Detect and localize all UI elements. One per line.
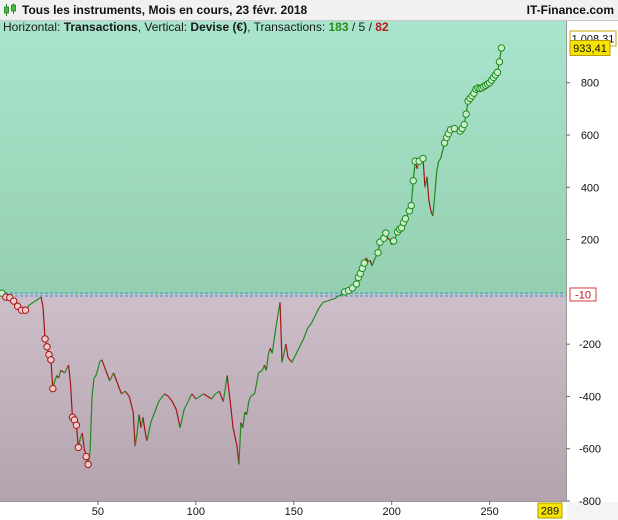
positive-zone	[0, 20, 566, 295]
trade-marker	[382, 229, 390, 237]
y-tick-label: 200	[581, 235, 599, 247]
equity-chart-window: -800 -600 -400 -200 200 400 600 800 50 100 150 200…	[0, 0, 618, 520]
trade-marker	[72, 421, 81, 429]
trade-marker	[74, 443, 83, 452]
trade-marker	[374, 248, 382, 257]
x-tick-label: 150	[285, 506, 303, 518]
vertical-caption: , Vertical:	[137, 20, 191, 34]
y-tick-label: -200	[579, 339, 601, 351]
separator: /	[348, 20, 359, 34]
x-tick-label: 250	[480, 506, 498, 518]
trade-marker	[41, 335, 49, 343]
chart-info-line: Horizontal: Transactions, Vertical: Devi…	[3, 20, 389, 34]
x-tick-label: 100	[187, 506, 205, 518]
trade-marker	[49, 384, 57, 393]
horizontal-value: Transactions	[63, 20, 138, 34]
y-tick-label: 800	[581, 78, 599, 90]
transactions-total: 183	[328, 20, 349, 34]
x-end-label: 289	[541, 506, 559, 518]
trade-marker	[84, 460, 92, 469]
brand-link[interactable]: IT-Finance.com	[527, 3, 614, 17]
trade-marker	[409, 177, 417, 185]
window-title: Tous les instruments, Mois en cours, 23 …	[22, 3, 308, 17]
x-axis: 50 100 150 200 250	[92, 501, 499, 518]
trade-marker	[43, 343, 51, 351]
y-tick-label: -600	[579, 444, 601, 456]
horizontal-caption: Horizontal:	[3, 20, 64, 34]
trade-marker	[401, 214, 410, 223]
equity-curve-chart: -800 -600 -400 -200 200 400 600 800 50 100 150 200…	[0, 20, 618, 520]
trade-marker	[21, 306, 30, 314]
trade-marker	[360, 259, 368, 267]
trade-marker	[497, 44, 506, 52]
transactions-loss: 82	[375, 20, 389, 34]
trade-marker	[407, 201, 415, 210]
candlestick-icon	[4, 3, 16, 16]
x-tick-label: 50	[92, 506, 104, 518]
y-tick-label: -400	[579, 391, 601, 403]
vertical-value: Devise (€)	[190, 20, 248, 34]
x-tick-label: 200	[383, 506, 401, 518]
negative-zone	[0, 294, 566, 501]
y-tick-label: 600	[581, 130, 599, 142]
baseline-value-label: -10	[575, 289, 591, 301]
trade-marker	[460, 120, 468, 129]
title-bar: Tous les instruments, Mois en cours, 23 …	[0, 0, 618, 21]
trade-marker	[82, 452, 90, 461]
y-tick-label: 400	[581, 182, 599, 194]
trade-marker	[495, 58, 504, 66]
trade-marker	[493, 68, 502, 76]
separator: /	[365, 20, 376, 34]
trade-marker	[419, 154, 427, 163]
transactions-caption: , Transactions:	[247, 20, 329, 34]
trade-marker	[352, 280, 361, 288]
y-tick-label: -800	[579, 496, 601, 508]
last-value-label: 933,41	[573, 43, 607, 55]
trade-marker	[47, 356, 55, 364]
trade-marker	[462, 110, 470, 118]
trade-marker	[389, 237, 398, 245]
